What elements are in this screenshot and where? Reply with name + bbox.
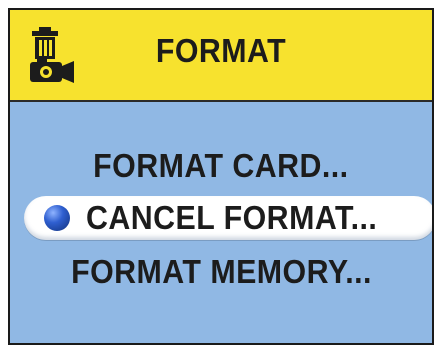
menu-item-format-memory[interactable]: FORMAT MEMORY... [10, 250, 432, 294]
selection-bullet-icon [44, 205, 70, 231]
menu-item-format-card[interactable]: FORMAT CARD... [10, 144, 432, 188]
menu-item-label: FORMAT MEMORY... [70, 253, 372, 290]
menu-header: FORMAT [10, 10, 432, 102]
camera-menu-screen: FORMAT FORMAT CARD... CANCEL FORMAT... F… [8, 8, 434, 345]
page-title: FORMAT [155, 32, 287, 69]
menu-item-label: FORMAT CARD... [93, 147, 349, 184]
menu-item-label: CANCEL FORMAT... [86, 199, 378, 236]
format-menu: FORMAT CARD... CANCEL FORMAT... FORMAT M… [10, 102, 432, 343]
menu-item-cancel-format[interactable]: CANCEL FORMAT... [24, 196, 432, 240]
